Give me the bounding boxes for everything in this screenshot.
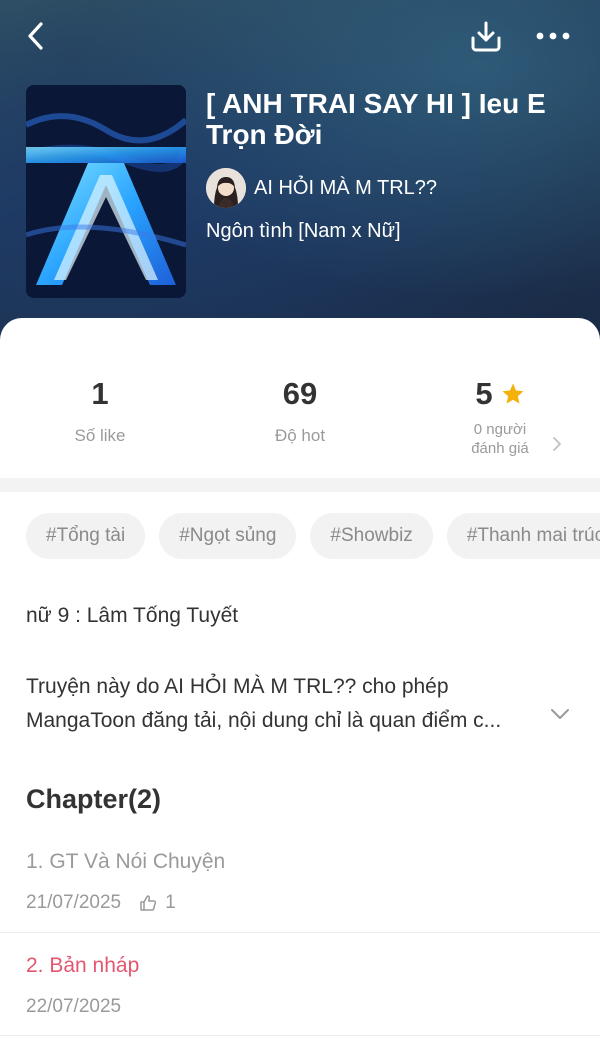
story-title: [ ANH TRAI SAY HI ] Ieu E Trọn Đời <box>206 88 546 150</box>
rating-label-line2: đánh giá <box>471 440 529 457</box>
stats-row: 1 Số like 69 Độ hot 5 0 người đánh giá <box>0 318 600 478</box>
chevron-left-icon <box>28 22 43 50</box>
chevron-right-icon[interactable] <box>552 436 562 452</box>
tag-list: #Tổng tài #Ngọt sủng #Showbiz #Thanh mai… <box>26 513 600 559</box>
more-button[interactable] <box>531 14 575 58</box>
description-heading: nữ 9 : Lâm Tống Tuyết <box>26 604 239 627</box>
tag-chip[interactable]: #Tổng tài <box>26 513 146 559</box>
description-text: Truyện này do AI HỎI MÀ M TRL?? cho phép… <box>26 670 566 738</box>
back-button[interactable] <box>14 14 58 58</box>
more-horizontal-icon <box>536 32 570 40</box>
chapter-meta: 22/07/2025 <box>26 996 121 1018</box>
chapter-meta: 21/07/2025 1 <box>26 892 176 914</box>
description-line-1: Truyện này do AI HỎI MÀ M TRL?? cho phép <box>26 675 449 698</box>
star-icon <box>502 383 524 404</box>
chapter-like-count: 1 <box>165 892 176 913</box>
chapter-likes: 1 <box>139 892 176 914</box>
chapter-item[interactable]: 1. GT Và Nói Chuyện 21/07/2025 1 <box>0 836 600 938</box>
thumbs-up-icon <box>140 895 157 911</box>
stat-hot: 69 Độ hot <box>200 376 400 446</box>
chapter-title: 1. GT Và Nói Chuyện <box>26 850 226 873</box>
rating-value: 5 <box>475 376 493 411</box>
chevron-down-icon[interactable] <box>550 708 570 720</box>
chapter-heading: Chapter(2) <box>26 784 162 814</box>
tag-chip[interactable]: #Ngọt sủng <box>159 513 297 559</box>
genre-label: Ngôn tình [Nam x Nữ] <box>206 220 401 242</box>
cover-art <box>26 85 186 298</box>
story-header: [ ANH TRAI SAY HI ] Ieu E Trọn Đời AI HỎ… <box>0 0 600 340</box>
description-line-2: MangaToon đăng tải, nội dung chỉ là quan… <box>26 709 502 732</box>
section-divider <box>0 478 600 492</box>
rating-label-line1: 0 người <box>473 421 527 438</box>
chapter-item[interactable]: 2. Bản nháp 22/07/2025 <box>0 940 600 1038</box>
rating-label: 0 người đánh giá <box>400 420 600 458</box>
chapter-date: 22/07/2025 <box>26 996 122 1017</box>
hot-count: 69 <box>282 376 318 411</box>
stat-likes: 1 Số like <box>0 376 200 446</box>
rating-value-row: 5 <box>400 376 600 412</box>
chapter-separator <box>0 1035 600 1036</box>
chapter-separator <box>0 932 600 933</box>
stat-rating[interactable]: 5 0 người đánh giá <box>400 376 600 458</box>
chapter-title: 2. Bản nháp <box>26 954 140 977</box>
download-button[interactable] <box>464 14 508 58</box>
chapter-date: 21/07/2025 <box>26 892 122 913</box>
author-name: AI HỎI MÀ M TRL?? <box>254 176 438 199</box>
tag-chip[interactable]: #Showbiz <box>310 513 433 559</box>
download-icon <box>471 21 501 52</box>
hot-label: Độ hot <box>274 426 326 445</box>
avatar <box>206 168 246 208</box>
author-link[interactable]: AI HỎI MÀ M TRL?? <box>206 168 437 208</box>
tag-chip[interactable]: #Thanh mai trúc mã <box>446 513 600 559</box>
cover-image[interactable] <box>26 85 186 298</box>
likes-label: Số like <box>74 426 126 445</box>
detail-sheet: 1 Số like 69 Độ hot 5 0 người đánh giá #… <box>0 318 600 1038</box>
likes-count: 1 <box>91 376 109 411</box>
